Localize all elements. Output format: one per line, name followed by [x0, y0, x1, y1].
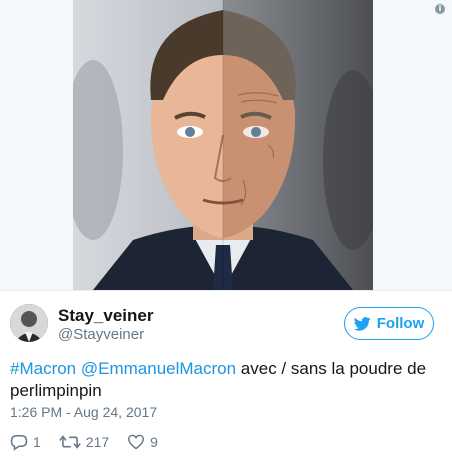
portrait-illustration: [73, 0, 373, 290]
avatar[interactable]: [10, 304, 48, 342]
tweet-media: i: [0, 0, 452, 290]
reply-icon: [10, 434, 28, 451]
info-icon[interactable]: i: [435, 4, 445, 14]
retweet-icon: [58, 435, 81, 449]
like-count: 9: [150, 434, 158, 450]
tweet-photo[interactable]: [73, 0, 373, 290]
mention-link[interactable]: @EmmanuelMacron: [81, 359, 236, 378]
tweet-text: #Macron @EmmanuelMacron avec / sans la p…: [10, 358, 440, 402]
handle[interactable]: @Stayveiner: [58, 325, 153, 344]
hashtag-link[interactable]: #Macron: [10, 359, 76, 378]
divider: [0, 290, 452, 291]
like-button[interactable]: 9: [127, 434, 158, 450]
follow-label: Follow: [376, 315, 425, 332]
author-names[interactable]: Stay_veiner @Stayveiner: [58, 306, 153, 344]
reply-count: 1: [33, 434, 41, 450]
reply-button[interactable]: 1: [10, 434, 41, 451]
heart-icon: [128, 434, 145, 450]
tweet-author: Stay_veiner @Stayveiner Follow: [10, 304, 442, 344]
avatar-image: [10, 304, 48, 342]
bird-icon: [353, 316, 371, 331]
tweet-actions: 1 217 9: [10, 432, 176, 452]
display-name[interactable]: Stay_veiner: [58, 306, 153, 325]
retweet-button[interactable]: 217: [58, 434, 110, 450]
timestamp[interactable]: 1:26 PM - Aug 24, 2017: [10, 404, 157, 420]
retweet-count: 217: [85, 434, 110, 450]
follow-button[interactable]: Follow: [344, 307, 434, 340]
